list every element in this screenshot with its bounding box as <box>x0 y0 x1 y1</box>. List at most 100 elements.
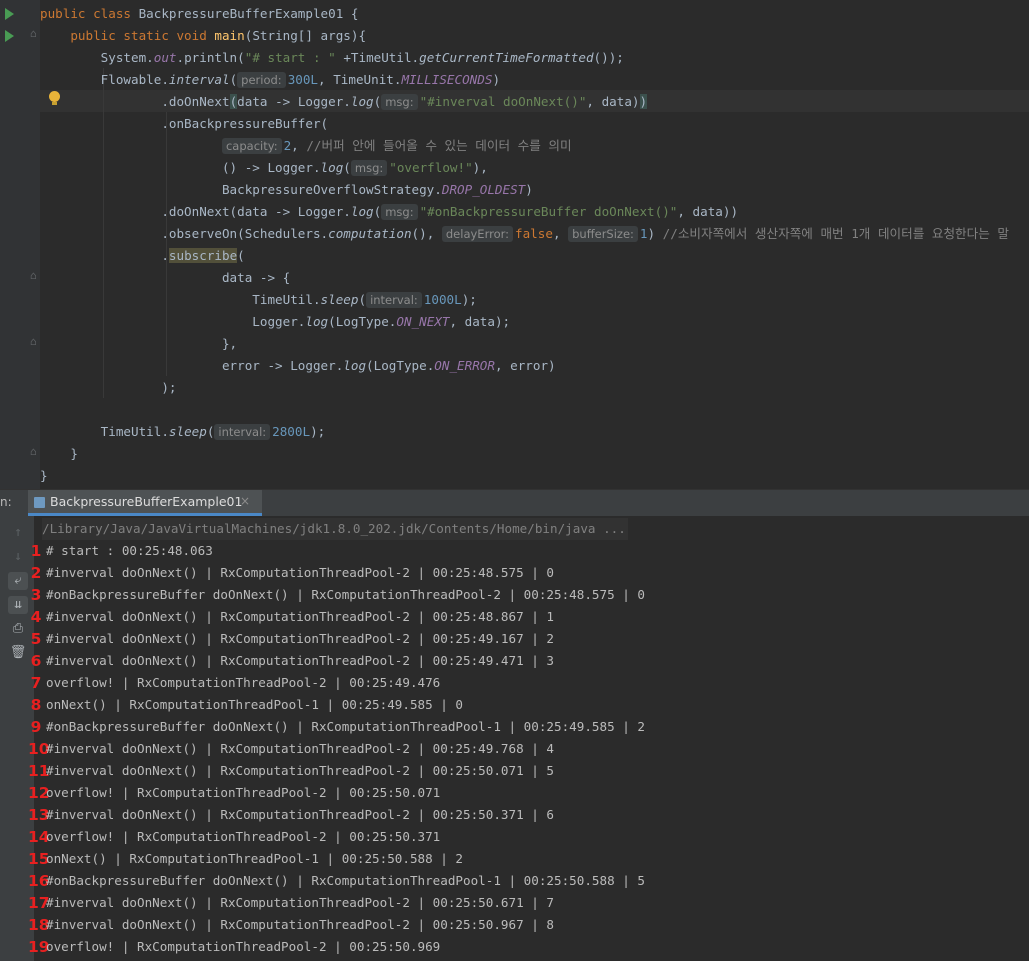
fold-marker-icon[interactable]: ⌂ <box>30 335 37 348</box>
code-token: ( <box>343 160 351 175</box>
print-icon[interactable]: ⎙ <box>8 620 28 638</box>
scroll-up-icon[interactable]: ↑ <box>8 524 28 542</box>
param-hint: msg: <box>381 94 418 110</box>
static-field: ON_ERROR <box>434 358 495 373</box>
method-call: log <box>305 314 329 329</box>
console-line: overflow! | RxComputationThreadPool-2 | … <box>46 829 441 844</box>
code-line[interactable]: .onBackpressureBuffer( <box>40 113 328 135</box>
method-name: main <box>214 28 245 43</box>
param-hint: period: <box>237 72 286 88</box>
method-call: sleep <box>168 424 207 439</box>
code-line[interactable]: error -> Logger.log(LogType.ON_ERROR, er… <box>40 355 556 377</box>
fold-marker-icon[interactable]: ⌂ <box>30 269 37 282</box>
command-line: /Library/Java/JavaVirtualMachines/jdk1.8… <box>42 518 628 540</box>
code-line[interactable]: () -> Logger.log(msg: "overflow!"), <box>40 157 488 179</box>
static-field: out <box>153 50 177 65</box>
console-line: #onBackpressureBuffer doOnNext() | RxCom… <box>46 873 645 888</box>
code-token: System. <box>40 50 154 65</box>
code-token: data -> Logger. <box>237 94 351 109</box>
number-literal: 1000L <box>423 292 462 307</box>
code-token: ); <box>310 424 326 439</box>
line-annotation-number: 7 <box>30 674 42 692</box>
console-line: #inverval doOnNext() | RxComputationThre… <box>46 565 554 580</box>
code-token: +TimeUtil. <box>335 50 420 65</box>
code-token: (String[] args){ <box>244 28 367 43</box>
scroll-to-end-icon[interactable]: ⇊ <box>8 596 28 614</box>
run-main-icon[interactable] <box>5 30 14 42</box>
code-line[interactable]: .doOnNext(data -> Logger.log(msg: "#inver… <box>40 91 648 113</box>
static-field: DROP_OLDEST <box>441 182 526 197</box>
code-line[interactable]: ); <box>40 377 176 399</box>
line-annotation-number: 6 <box>30 652 42 670</box>
method-call: log <box>350 94 374 109</box>
method-call: interval <box>168 72 230 87</box>
fold-marker-icon[interactable]: ⌂ <box>30 445 37 458</box>
highlighted-method: subscribe <box>168 248 238 263</box>
param-hint: capacity: <box>221 138 282 154</box>
code-line[interactable]: TimeUtil.sleep(interval: 1000L); <box>40 289 477 311</box>
code-line[interactable]: public class BackpressureBufferExample01… <box>40 3 358 25</box>
console-line: # start : 00:25:48.063 <box>46 543 213 558</box>
code-token: .observeOn(Schedulers. <box>40 226 329 241</box>
code-editor[interactable]: ⌂ ⌂ ⌂ ⌂ public class BackpressureBufferE… <box>0 0 1029 489</box>
code-line[interactable]: Logger.log(LogType.ON_NEXT, data); <box>40 311 510 333</box>
line-annotation-number: 12 <box>28 784 50 802</box>
code-token: TimeUtil. <box>40 424 169 439</box>
code-token: ) <box>492 72 501 87</box>
code-line[interactable]: data -> { <box>40 267 290 289</box>
code-line[interactable]: } <box>40 465 48 487</box>
console-line: overflow! | RxComputationThreadPool-2 | … <box>46 785 441 800</box>
console-line: #inverval doOnNext() | RxComputationThre… <box>46 763 554 778</box>
param-hint: delayError: <box>441 226 514 242</box>
code-comment: //소비자쪽에서 생산자쪽에 매번 1개 데이터를 요청한다는 말 <box>662 226 1009 241</box>
code-token: , error) <box>494 358 556 373</box>
code-token: .doOnNext <box>40 94 230 109</box>
fold-marker-icon[interactable]: ⌂ <box>30 27 37 40</box>
trash-icon[interactable]: 🗑 <box>8 644 28 662</box>
tab-label[interactable]: BackpressureBufferExample01 <box>50 494 242 509</box>
code-token: (LogType. <box>366 358 435 373</box>
console-line: #onBackpressureBuffer doOnNext() | RxCom… <box>46 719 645 734</box>
string-literal: "# start : " <box>244 50 336 65</box>
code-line[interactable]: TimeUtil.sleep(interval: 2800L); <box>40 421 325 443</box>
code-token: TimeUtil. <box>40 292 321 307</box>
code-token: ); <box>40 380 177 395</box>
code-line[interactable]: public static void main(String[] args){ <box>40 25 366 47</box>
method-call: computation <box>328 226 412 241</box>
line-annotation-number: 14 <box>28 828 50 846</box>
console-line: #inverval doOnNext() | RxComputationThre… <box>46 807 554 822</box>
code-token: , data) <box>586 94 640 109</box>
code-token: .println( <box>176 50 245 65</box>
code-line[interactable]: .observeOn(Schedulers.computation(), del… <box>40 223 1009 245</box>
code-line[interactable]: } <box>40 443 78 465</box>
code-token: BackpressureOverflowStrategy. <box>40 182 442 197</box>
matched-brace: ) <box>639 94 648 109</box>
param-hint: interval: <box>214 424 271 440</box>
code-token: ) <box>525 182 533 197</box>
static-field: ON_NEXT <box>396 314 450 329</box>
code-token: , data)) <box>677 204 739 219</box>
scroll-down-icon[interactable]: ↓ <box>8 548 28 566</box>
code-line[interactable]: }, <box>40 333 237 355</box>
run-class-icon[interactable] <box>5 8 14 20</box>
keyword-token: public static void <box>40 28 215 43</box>
close-icon[interactable]: × <box>240 494 250 508</box>
code-line[interactable]: capacity: 2, //버퍼 안에 들어올 수 있는 데이터 수를 의미 <box>40 135 572 157</box>
code-line[interactable]: .doOnNext(data -> Logger.log(msg: "#onBac… <box>40 201 738 223</box>
code-line[interactable]: Flowable.interval(period: 300L, TimeUnit.… <box>40 69 500 91</box>
code-token: ), <box>472 160 488 175</box>
code-line[interactable]: System.out.println("# start : " +TimeUti… <box>40 47 624 69</box>
method-call: sleep <box>320 292 359 307</box>
code-token: .doOnNext(data -> Logger. <box>40 204 351 219</box>
soft-wrap-icon[interactable]: ⤶ <box>8 572 28 590</box>
console-line: overflow! | RxComputationThreadPool-2 | … <box>46 939 441 954</box>
code-token: (), <box>411 226 442 241</box>
line-annotation-number: 17 <box>28 894 50 912</box>
code-token: , TimeUnit. <box>318 72 402 87</box>
code-line[interactable]: BackpressureOverflowStrategy.DROP_OLDEST… <box>40 179 533 201</box>
code-token: ( <box>237 248 245 263</box>
code-line[interactable]: .subscribe( <box>40 245 245 267</box>
console-output[interactable]: /Library/Java/JavaVirtualMachines/jdk1.8… <box>28 516 1029 961</box>
number-literal: 300L <box>287 72 319 87</box>
code-token: BackpressureBufferExample01 { <box>138 6 359 21</box>
